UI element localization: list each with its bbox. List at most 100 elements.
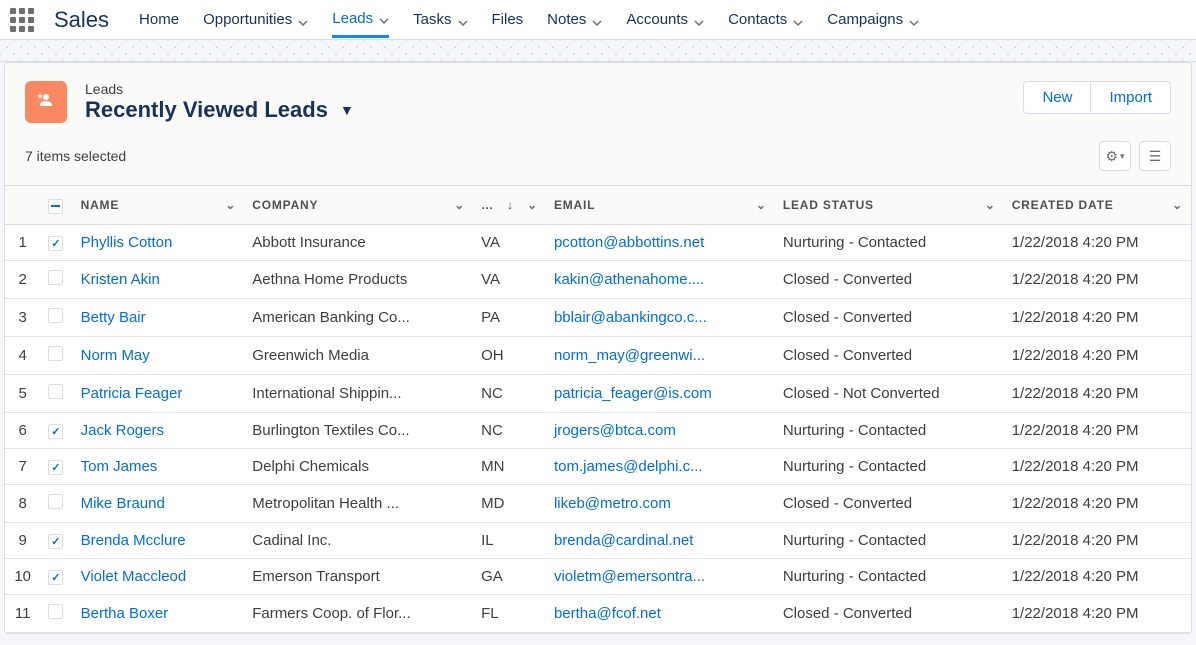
email-link[interactable]: bblair@abankingco.c...: [554, 309, 707, 326]
col-state[interactable]: …↓⌄: [473, 186, 546, 225]
nav-item-files[interactable]: Files: [492, 2, 524, 38]
email-link[interactable]: violetm@emersontra...: [554, 568, 705, 585]
chevron-down-icon[interactable]: [458, 15, 468, 25]
chevron-down-icon[interactable]: ⌄: [454, 198, 465, 212]
col-lead-status[interactable]: LEAD STATUS⌄: [775, 186, 1004, 225]
lead-name-link[interactable]: Jack Rogers: [81, 422, 164, 439]
nav-item-label: Home: [139, 11, 179, 28]
nav-item-notes[interactable]: Notes: [547, 2, 602, 38]
email-link[interactable]: pcotton@abbottins.net: [554, 234, 704, 251]
state-cell: MN: [473, 448, 546, 484]
nav-item-leads[interactable]: Leads: [332, 2, 389, 38]
row-select-checkbox[interactable]: [48, 604, 63, 619]
row-number: 4: [5, 336, 40, 374]
new-button[interactable]: New: [1023, 81, 1091, 114]
display-as-button[interactable]: ☰: [1139, 141, 1171, 171]
email-link[interactable]: norm_may@greenwi...: [554, 347, 705, 364]
chevron-down-icon[interactable]: [592, 15, 602, 25]
col-created-date[interactable]: CREATED DATE⌄: [1004, 186, 1191, 225]
app-launcher-icon[interactable]: [10, 8, 34, 32]
nav-item-campaigns[interactable]: Campaigns: [827, 2, 919, 38]
row-select-checkbox[interactable]: [48, 494, 63, 509]
lead-name-link[interactable]: Bertha Boxer: [81, 605, 169, 622]
nav-item-tasks[interactable]: Tasks: [413, 2, 467, 38]
chevron-down-icon[interactable]: [694, 15, 704, 25]
nav-item-opportunities[interactable]: Opportunities: [203, 2, 308, 38]
nav-item-label: Contacts: [728, 11, 787, 28]
sort-down-icon: ↓: [507, 198, 514, 212]
email-link[interactable]: patricia_feager@is.com: [554, 385, 712, 402]
row-number: 10: [5, 558, 40, 594]
email-link[interactable]: jrogers@btca.com: [554, 422, 676, 439]
date-cell: 1/22/2018 4:20 PM: [1004, 336, 1191, 374]
leads-table: NAME⌄ COMPANY⌄ …↓⌄ EMAIL⌄ LEAD STATUS⌄ C…: [5, 185, 1191, 633]
chevron-down-icon[interactable]: ⌄: [985, 198, 996, 212]
nav-item-accounts[interactable]: Accounts: [626, 2, 704, 38]
email-link[interactable]: tom.james@delphi.c...: [554, 458, 703, 475]
lead-name-link[interactable]: Kristen Akin: [81, 271, 160, 288]
lead-name-link[interactable]: Violet Maccleod: [81, 568, 187, 585]
gear-icon: ⚙: [1105, 148, 1118, 165]
state-cell: GA: [473, 558, 546, 594]
chevron-down-icon[interactable]: [909, 15, 919, 25]
lead-name-link[interactable]: Brenda Mcclure: [81, 532, 186, 549]
row-select-checkbox[interactable]: [48, 308, 63, 323]
company-cell: Abbott Insurance: [244, 224, 473, 260]
table-row: 3Betty BairAmerican Banking Co...PAbblai…: [5, 298, 1191, 336]
nav-item-home[interactable]: Home: [139, 2, 179, 38]
nav-item-label: Opportunities: [203, 11, 292, 28]
email-link[interactable]: kakin@athenahome....: [554, 271, 704, 288]
col-company[interactable]: COMPANY⌄: [244, 186, 473, 225]
chevron-down-icon[interactable]: [379, 13, 389, 23]
email-link[interactable]: likeb@metro.com: [554, 495, 671, 512]
table-row: 8Mike BraundMetropolitan Health ...MDlik…: [5, 484, 1191, 522]
status-cell: Closed - Converted: [775, 594, 1004, 632]
status-cell: Closed - Converted: [775, 336, 1004, 374]
chevron-down-icon[interactable]: ⌄: [1172, 198, 1183, 212]
select-all-checkbox[interactable]: [48, 199, 63, 214]
lead-name-link[interactable]: Tom James: [81, 458, 158, 475]
row-select-checkbox[interactable]: [48, 270, 63, 285]
lead-name-link[interactable]: Norm May: [81, 347, 150, 364]
col-name[interactable]: NAME⌄: [73, 186, 245, 225]
status-cell: Nurturing - Contacted: [775, 448, 1004, 484]
page-header: Leads Recently Viewed Leads ▼ New Import: [5, 63, 1191, 133]
date-cell: 1/22/2018 4:20 PM: [1004, 224, 1191, 260]
email-link[interactable]: brenda@cardinal.net: [554, 532, 693, 549]
chevron-down-icon[interactable]: ⌄: [756, 198, 767, 212]
table-row: 10Violet MaccleodEmerson TransportGAviol…: [5, 558, 1191, 594]
import-button[interactable]: Import: [1091, 81, 1171, 114]
row-select-checkbox[interactable]: [48, 460, 63, 475]
col-rownum: [5, 186, 40, 225]
date-cell: 1/22/2018 4:20 PM: [1004, 374, 1191, 412]
nav-item-label: Campaigns: [827, 11, 903, 28]
lead-name-link[interactable]: Mike Braund: [81, 495, 165, 512]
company-cell: American Banking Co...: [244, 298, 473, 336]
lead-name-link[interactable]: Patricia Feager: [81, 385, 183, 402]
email-link[interactable]: bertha@fcof.net: [554, 605, 661, 622]
table-row: 1Phyllis CottonAbbott InsuranceVApcotton…: [5, 224, 1191, 260]
chevron-down-icon[interactable]: [793, 15, 803, 25]
row-select-checkbox[interactable]: [48, 534, 63, 549]
list-settings-button[interactable]: ⚙▾: [1099, 141, 1131, 171]
col-select-all[interactable]: [40, 186, 72, 225]
list-view-switcher[interactable]: Recently Viewed Leads ▼: [85, 97, 1005, 123]
col-email[interactable]: EMAIL⌄: [546, 186, 775, 225]
row-select-checkbox[interactable]: [48, 346, 63, 361]
row-select-checkbox[interactable]: [48, 236, 63, 251]
table-icon: ☰: [1149, 148, 1162, 165]
chevron-down-icon[interactable]: ⌄: [527, 198, 538, 212]
row-select-checkbox[interactable]: [48, 424, 63, 439]
row-number: 6: [5, 412, 40, 448]
chevron-down-icon[interactable]: ⌄: [225, 198, 236, 212]
lead-name-link[interactable]: Betty Bair: [81, 309, 146, 326]
status-cell: Closed - Not Converted: [775, 374, 1004, 412]
row-select-checkbox[interactable]: [48, 384, 63, 399]
lead-name-link[interactable]: Phyllis Cotton: [81, 234, 173, 251]
chevron-down-icon[interactable]: [298, 15, 308, 25]
nav-item-contacts[interactable]: Contacts: [728, 2, 803, 38]
object-label: Leads: [85, 81, 1005, 97]
status-cell: Closed - Converted: [775, 484, 1004, 522]
row-select-checkbox[interactable]: [48, 570, 63, 585]
view-name: Recently Viewed Leads: [85, 97, 328, 123]
